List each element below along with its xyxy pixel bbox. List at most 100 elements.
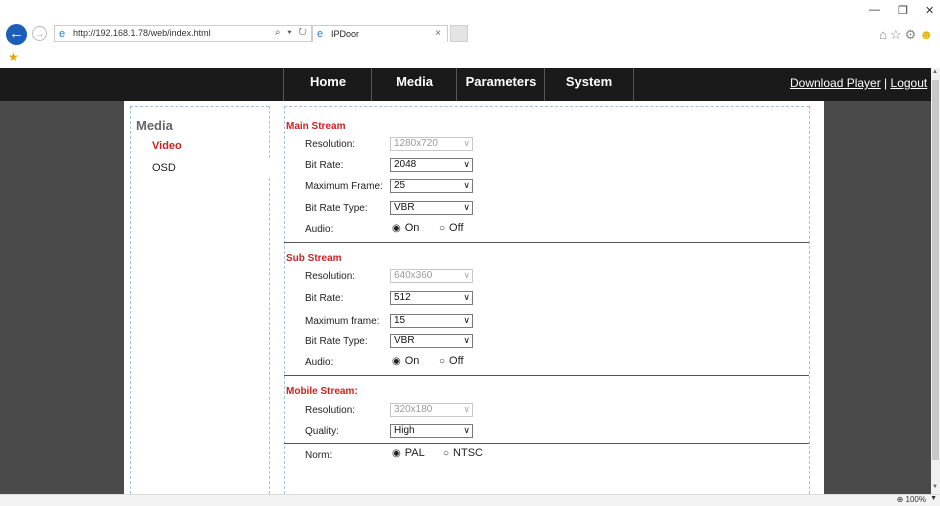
zoom-dropdown-icon[interactable]: ▼ [930, 495, 937, 502]
mobile-quality-value: High [394, 425, 415, 436]
back-arrow-icon[interactable]: ← [6, 24, 27, 45]
main-resolution-value: 1280x720 [394, 138, 438, 149]
feedback-smile-icon[interactable]: ☻ [919, 27, 936, 42]
scrollbar-thumb[interactable] [932, 80, 939, 460]
download-player-link[interactable]: Download Player [790, 76, 881, 90]
section-divider [284, 375, 809, 376]
header-links: Download Player | Logout [790, 76, 927, 90]
mobile-resolution-label: Resolution: [305, 405, 356, 416]
forward-arrow-icon[interactable]: → [32, 26, 47, 41]
add-favorites-icon[interactable]: ★ [8, 50, 19, 64]
mobile-resolution-value: 320x180 [394, 404, 433, 415]
home-icon[interactable]: ⌂ [879, 27, 890, 42]
sidebar-heading: Media [136, 118, 173, 133]
chevron-down-icon: ∨ [463, 292, 470, 302]
radio-unchecked-icon: ○ [439, 356, 446, 367]
tab-favicon-icon: e [317, 28, 324, 40]
main-audio-off-radio[interactable]: ○ Off [439, 222, 464, 234]
sub-frame-label: Maximum frame: [305, 316, 380, 327]
sub-audio-off-radio[interactable]: ○ Off [439, 355, 464, 367]
minimize-icon[interactable]: — [869, 4, 880, 16]
close-window-icon[interactable]: ✕ [925, 4, 934, 17]
main-bitrate-label: Bit Rate: [305, 160, 344, 171]
nav-system[interactable]: System [544, 68, 634, 101]
main-audio-label: Audio: [305, 224, 334, 235]
main-frame-right [809, 106, 810, 494]
new-tab-button[interactable] [450, 25, 468, 42]
main-resolution-label: Resolution: [305, 139, 356, 150]
norm-pal-radio[interactable]: ◉ PAL [392, 447, 425, 459]
main-frame-select[interactable]: 25 ∨ [390, 179, 473, 193]
sub-bitrate-type-label: Bit Rate Type: [305, 336, 368, 347]
vertical-scrollbar[interactable]: ▲ ▼ [931, 68, 940, 494]
chevron-down-icon: ∨ [463, 315, 470, 325]
sub-audio-on-label: On [404, 355, 420, 367]
sub-bitrate-label: Bit Rate: [305, 293, 344, 304]
top-nav-bar: Home Media Parameters System Download Pl… [0, 68, 931, 101]
sidebar-item-osd[interactable]: OSD [152, 162, 176, 174]
radio-checked-icon: ◉ [392, 223, 401, 234]
search-refresh-icons[interactable]: ⌕ ▾ ↻ [275, 27, 309, 38]
main-resolution-select: 1280x720 ∨ [390, 137, 473, 151]
zoom-icon: ⊕ [896, 495, 906, 504]
main-audio-on-radio[interactable]: ◉ On [392, 222, 419, 234]
nav-media[interactable]: Media [371, 68, 457, 101]
settings-gear-icon[interactable]: ⚙ [905, 27, 920, 42]
browser-tab[interactable]: e IPDoor × [312, 25, 448, 42]
sub-resolution-select: 640x360 ∨ [390, 269, 473, 283]
sidebar-frame-right-b [269, 178, 270, 494]
logout-link[interactable]: Logout [891, 76, 928, 90]
norm-ntsc-label: NTSC [453, 447, 483, 459]
chevron-down-icon: ∨ [463, 270, 470, 280]
norm-ntsc-radio[interactable]: ○ NTSC [443, 447, 483, 459]
link-separator: | [880, 76, 891, 90]
favorites-star-icon[interactable]: ☆ [890, 27, 905, 42]
tab-close-icon[interactable]: × [435, 28, 441, 39]
sidebar-frame-right-a [269, 106, 270, 158]
sub-bitrate-type-select[interactable]: VBR ∨ [390, 334, 473, 348]
nav-home[interactable]: Home [283, 68, 372, 101]
sub-audio-off-label: Off [449, 355, 464, 367]
main-audio-off-label: Off [449, 222, 464, 234]
sub-bitrate-type-value: VBR [394, 335, 415, 346]
radio-unchecked-icon: ○ [439, 223, 446, 234]
restore-icon[interactable]: ❐ [898, 4, 908, 17]
sub-resolution-label: Resolution: [305, 271, 356, 282]
mobile-quality-select[interactable]: High ∨ [390, 424, 473, 438]
main-frame-value: 25 [394, 180, 406, 191]
scroll-down-icon[interactable]: ▼ [932, 484, 938, 490]
radio-unchecked-icon: ○ [443, 448, 450, 459]
sub-bitrate-select[interactable]: 512 ∨ [390, 291, 473, 305]
chevron-down-icon: ∨ [463, 138, 470, 148]
ie-logo-icon: e [59, 28, 66, 40]
sidebar-frame-top [130, 106, 269, 107]
zoom-level[interactable]: ⊕ 100% [897, 495, 926, 504]
main-bitrate-select[interactable]: 2048 ∨ [390, 158, 473, 172]
sub-frame-value: 15 [394, 315, 406, 326]
sub-frame-select[interactable]: 15 ∨ [390, 314, 473, 328]
main-frame-label: Maximum Frame: [305, 181, 383, 192]
main-bitrate-type-select[interactable]: VBR ∨ [390, 201, 473, 215]
chevron-down-icon: ∨ [463, 180, 470, 190]
nav-parameters[interactable]: Parameters [456, 68, 545, 101]
sub-resolution-value: 640x360 [394, 270, 433, 281]
sub-bitrate-value: 512 [394, 292, 411, 303]
browser-chrome: ← → e http://192.168.1.78/web/index.html… [0, 0, 940, 68]
chevron-down-icon: ∨ [463, 202, 470, 212]
url-text[interactable]: http://192.168.1.78/web/index.html [73, 28, 211, 38]
address-bar[interactable]: e http://192.168.1.78/web/index.html ⌕ ▾… [54, 25, 312, 42]
main-audio-on-label: On [404, 222, 420, 234]
main-bitrate-type-label: Bit Rate Type: [305, 203, 368, 214]
chevron-down-icon: ∨ [463, 335, 470, 345]
radio-checked-icon: ◉ [392, 356, 401, 367]
chevron-down-icon: ∨ [463, 425, 470, 435]
sidebar-item-video[interactable]: Video [152, 140, 182, 152]
section-divider [284, 242, 809, 243]
chevron-down-icon: ∨ [463, 404, 470, 414]
scroll-up-icon[interactable]: ▲ [932, 69, 938, 75]
sub-audio-label: Audio: [305, 357, 334, 368]
main-frame-left [284, 106, 285, 494]
main-bitrate-type-value: VBR [394, 202, 415, 213]
sub-audio-on-radio[interactable]: ◉ On [392, 355, 419, 367]
mobile-quality-label: Quality: [305, 426, 339, 437]
